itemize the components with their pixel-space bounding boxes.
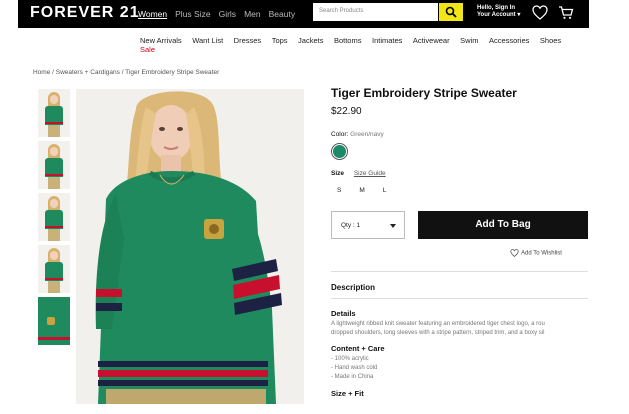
account-menu[interactable]: Hello, Sign In Your Account ▾ bbox=[477, 5, 520, 19]
add-to-wishlist-link[interactable]: Add To Wishlist bbox=[510, 249, 562, 257]
cat-accessories[interactable]: Accessories bbox=[489, 36, 529, 45]
size-guide-link[interactable]: Size Guide bbox=[354, 170, 386, 177]
search-button[interactable] bbox=[439, 3, 463, 21]
care-item: - Hand wash cold bbox=[331, 365, 378, 371]
account-greeting: Hello, Sign In bbox=[477, 5, 516, 11]
description-heading[interactable]: Description bbox=[331, 283, 375, 292]
content-care-list: - 100% acrylic - Hand wash cold - Made i… bbox=[331, 355, 377, 382]
wishlist-heart-icon[interactable] bbox=[532, 5, 548, 20]
search-input[interactable]: Search Products bbox=[313, 3, 438, 21]
quantity-value: Qty : 1 bbox=[341, 222, 361, 229]
size-option-l[interactable]: L bbox=[383, 187, 387, 194]
product-thumbnail[interactable] bbox=[38, 89, 70, 137]
quantity-select[interactable]: Qty : 1 bbox=[331, 211, 405, 239]
cat-want-list[interactable]: Want List bbox=[192, 36, 223, 45]
cat-new-arrivals[interactable]: New Arrivals Sale bbox=[140, 36, 182, 54]
top-nav: Women Plus Size Girls Men Beauty bbox=[138, 9, 295, 19]
cat-shoes[interactable]: Shoes bbox=[540, 36, 561, 45]
content-care-heading: Content + Care bbox=[331, 344, 385, 353]
details-line: dropped shoulders, long sleeves with a s… bbox=[331, 330, 545, 336]
wishlist-label: Add To Wishlist bbox=[521, 250, 562, 257]
model-illustration bbox=[95, 91, 282, 404]
divider bbox=[331, 298, 588, 299]
thumbnail-strip bbox=[38, 89, 70, 349]
nav-men[interactable]: Men bbox=[244, 9, 261, 19]
main-product-image[interactable] bbox=[76, 89, 304, 404]
color-swatch-green-navy[interactable] bbox=[331, 143, 348, 160]
nav-beauty[interactable]: Beauty bbox=[269, 9, 295, 19]
site-logo[interactable]: FOREVER 21 bbox=[30, 4, 140, 22]
care-item: - 100% acrylic bbox=[331, 356, 369, 362]
product-thumbnail[interactable] bbox=[38, 297, 70, 345]
cat-sale[interactable]: Sale bbox=[140, 45, 155, 54]
product-thumbnail[interactable] bbox=[38, 245, 70, 293]
add-to-bag-button[interactable]: Add To Bag bbox=[418, 211, 588, 239]
divider bbox=[331, 271, 588, 272]
cat-jackets[interactable]: Jackets bbox=[298, 36, 323, 45]
details-heading: Details bbox=[331, 309, 356, 318]
size-options: S M L bbox=[337, 187, 386, 194]
size-label: Size bbox=[331, 170, 345, 177]
product-price: $22.90 bbox=[331, 106, 362, 117]
color-row: Color: Green/navy bbox=[331, 131, 384, 138]
size-row: Size Size Guide bbox=[331, 170, 386, 177]
product-title: Tiger Embroidery Stripe Sweater bbox=[331, 86, 517, 100]
color-value: Green/navy bbox=[350, 131, 384, 138]
search-icon bbox=[445, 6, 457, 18]
nav-girls[interactable]: Girls bbox=[219, 9, 236, 19]
details-text: A lightweight ribbed knit sweater featur… bbox=[331, 320, 589, 338]
size-option-s[interactable]: S bbox=[337, 187, 341, 194]
top-header-bar: FOREVER 21 Women Plus Size Girls Men Bea… bbox=[18, 0, 589, 28]
account-label: Your Account ▾ bbox=[477, 12, 521, 18]
search-placeholder: Search Products bbox=[319, 8, 364, 14]
cat-intimates[interactable]: Intimates bbox=[372, 36, 402, 45]
cat-bottoms[interactable]: Bottoms bbox=[334, 36, 362, 45]
cat-dresses[interactable]: Dresses bbox=[234, 36, 262, 45]
category-nav: New Arrivals Sale Want List Dresses Tops… bbox=[140, 36, 572, 54]
heart-icon bbox=[510, 249, 519, 257]
cat-swim[interactable]: Swim bbox=[460, 36, 478, 45]
chevron-down-icon bbox=[390, 224, 396, 228]
cat-new-arrivals-label: New Arrivals bbox=[140, 36, 182, 45]
nav-women[interactable]: Women bbox=[138, 9, 167, 19]
product-thumbnail[interactable] bbox=[38, 193, 70, 241]
product-thumbnail[interactable] bbox=[38, 141, 70, 189]
breadcrumb[interactable]: Home / Sweaters + Cardigans / Tiger Embr… bbox=[33, 69, 219, 76]
color-label: Color bbox=[331, 131, 347, 138]
care-item: - Made in China bbox=[331, 374, 374, 380]
size-fit-heading: Size + Fit bbox=[331, 389, 364, 398]
cat-activewear[interactable]: Activewear bbox=[413, 36, 450, 45]
size-option-m[interactable]: M bbox=[359, 187, 364, 194]
details-line: A lightweight ribbed knit sweater featur… bbox=[331, 321, 545, 327]
shopping-bag-icon[interactable] bbox=[558, 5, 574, 20]
nav-plus-size[interactable]: Plus Size bbox=[175, 9, 210, 19]
cat-tops[interactable]: Tops bbox=[272, 36, 288, 45]
